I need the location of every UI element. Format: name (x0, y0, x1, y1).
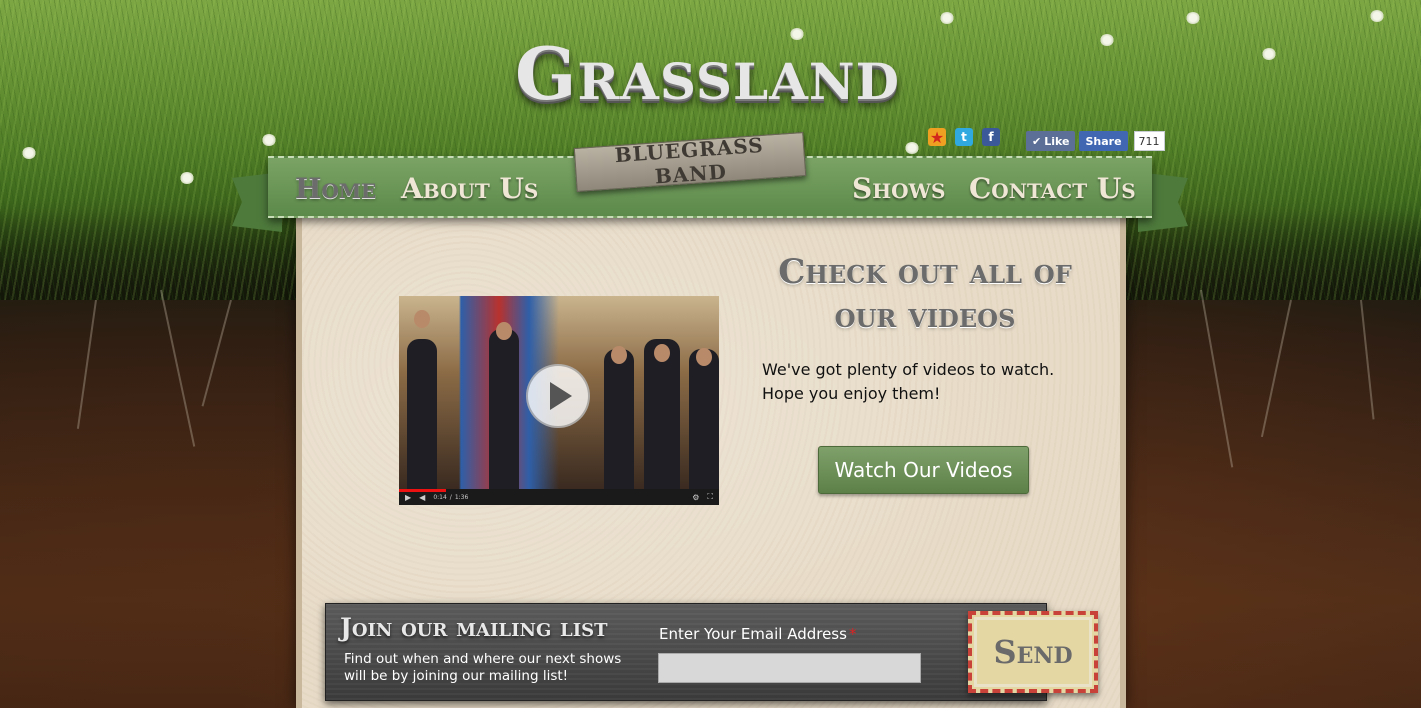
musician-head (414, 310, 430, 328)
clover-flower (905, 142, 919, 154)
required-marker: * (848, 625, 857, 643)
musician-figure (489, 329, 519, 489)
clover-flower (1370, 10, 1384, 22)
logo-title: Grassland (515, 31, 900, 116)
clover-flower (1100, 34, 1114, 46)
nav-item-home[interactable]: Home (295, 172, 376, 205)
clover-flower (22, 147, 36, 159)
clover-flower (180, 172, 194, 184)
fullscreen-icon[interactable]: ⛶ (707, 492, 713, 502)
video-controls[interactable]: ▶ ◀ 0:14 / 1:36 ⚙ ⛶ (399, 489, 719, 505)
site-logo[interactable]: Grassland BLUEGRASS BAND (515, 14, 900, 194)
social-icons: ★ t f (928, 128, 1009, 147)
twitter-icon[interactable]: t (955, 128, 973, 146)
bookmark-star-icon[interactable]: ★ (928, 128, 946, 147)
musician-head (611, 346, 627, 364)
root-line (1360, 299, 1375, 420)
facebook-like-button[interactable]: ✔ Like (1026, 131, 1076, 151)
email-label: Enter Your Email Address * (659, 625, 856, 643)
musician-figure (407, 339, 437, 489)
nav-item-shows[interactable]: Shows (852, 172, 945, 205)
like-count: 711 (1133, 131, 1165, 151)
root-line (201, 299, 232, 407)
time-separator: / (449, 493, 452, 501)
watch-videos-button[interactable]: Watch Our Videos (818, 446, 1029, 494)
send-button[interactable]: Send (968, 611, 1098, 693)
musician-head (496, 322, 512, 340)
musician-head (696, 348, 712, 366)
email-field[interactable] (658, 653, 921, 683)
video-duration: 1:36 (454, 493, 469, 501)
logo-ribbon: BLUEGRASS BAND (573, 132, 807, 192)
facebook-share-button[interactable]: Share (1079, 131, 1128, 151)
video-progress-bar[interactable] (399, 489, 446, 492)
root-line (76, 299, 97, 429)
videos-headline: Check out all of our videos (778, 252, 1072, 336)
videos-description: We've got plenty of videos to watch. Hop… (762, 360, 1055, 403)
root-line (160, 289, 196, 447)
settings-icon[interactable]: ⚙ (692, 493, 699, 502)
facebook-widget: ✔ Like Share 711 (1026, 131, 1165, 151)
thumbs-up-icon: ✔ (1032, 134, 1042, 148)
facebook-icon[interactable]: f (982, 128, 1000, 146)
musician-head (654, 344, 670, 362)
video-time: 0:14 (433, 493, 447, 501)
nav-item-contact-us[interactable]: Contact Us (969, 172, 1136, 205)
mailing-list-title: Join our mailing list (340, 613, 608, 642)
play-icon[interactable] (526, 364, 590, 428)
email-label-text: Enter Your Email Address (659, 625, 847, 643)
clover-flower (1262, 48, 1276, 60)
musician-figure (604, 349, 634, 489)
video-player[interactable]: ▶ ◀ 0:14 / 1:36 ⚙ ⛶ (399, 296, 719, 505)
play-small-icon[interactable]: ▶ (405, 493, 411, 502)
clover-flower (1186, 12, 1200, 24)
volume-icon[interactable]: ◀ (419, 493, 425, 502)
root-line (1260, 299, 1292, 438)
root-line (1200, 289, 1234, 468)
like-label: Like (1044, 134, 1070, 148)
musician-figure (689, 349, 719, 489)
clover-flower (940, 12, 954, 24)
mailing-list-description: Find out when and where our next shows w… (344, 651, 622, 684)
clover-flower (262, 134, 276, 146)
